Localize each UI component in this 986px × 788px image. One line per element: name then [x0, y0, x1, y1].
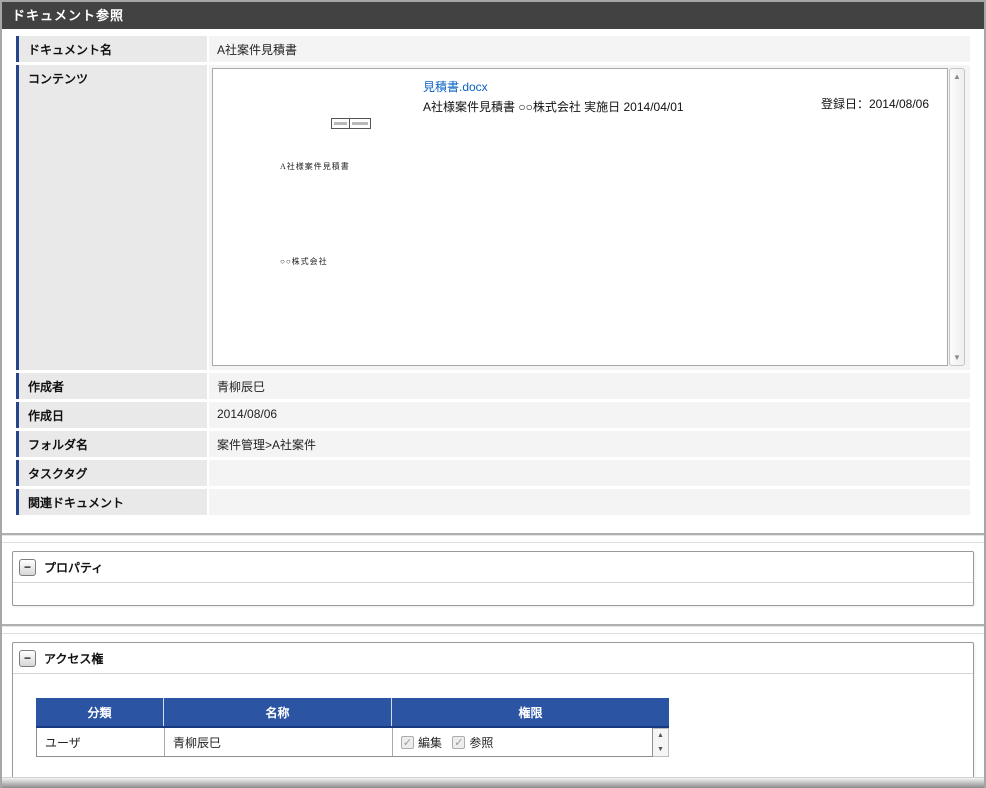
- form-row-task-tag: タスクタグ: [16, 460, 970, 486]
- folder-name-label: フォルダ名: [16, 431, 207, 457]
- access-rights-body: 分類 名称 権限 ユーザ 青柳辰巳 ✓ 編集 ✓ 参照 ▲ ▼: [13, 674, 973, 784]
- task-tag-label: タスクタグ: [16, 460, 207, 486]
- contents-label: コンテンツ: [16, 65, 207, 370]
- section-divider: [2, 624, 984, 627]
- content-preview-header: 見積書.docx A社様案件見積書 ○○株式会社 実施日 2014/04/01 …: [213, 69, 947, 115]
- creator-value: 青柳辰巳: [209, 373, 970, 399]
- document-detail-panel: ドキュメント名 A社案件見積書 コンテンツ 見積書.docx A社様案件見積書 …: [16, 36, 970, 515]
- document-name-value: A社案件見積書: [209, 36, 970, 62]
- section-divider: [2, 533, 984, 536]
- form-row-related-documents: 関連ドキュメント: [16, 489, 970, 515]
- form-row-folder-name: フォルダ名 案件管理>A社案件: [16, 431, 970, 457]
- creator-label: 作成者: [16, 373, 207, 399]
- content-preview: 見積書.docx A社様案件見積書 ○○株式会社 実施日 2014/04/01 …: [212, 68, 948, 366]
- created-date-label: 作成日: [16, 402, 207, 428]
- properties-section: − プロパティ: [12, 551, 974, 606]
- scroll-up-icon[interactable]: ▲: [953, 72, 961, 81]
- access-rights-panel-header: − アクセス権: [13, 643, 973, 674]
- created-date-value: 2014/08/06: [209, 402, 970, 428]
- collapse-properties-button[interactable]: −: [19, 558, 36, 576]
- section-divider: [2, 633, 984, 634]
- edit-checkbox[interactable]: ✓: [401, 736, 414, 749]
- scroll-down-icon[interactable]: ▼: [953, 353, 961, 362]
- preview-stamp-table: [331, 118, 371, 129]
- access-rights-table: 分類 名称 権限 ユーザ 青柳辰巳 ✓ 編集 ✓ 参照 ▲ ▼: [36, 698, 669, 757]
- access-rights-section: − アクセス権 分類 名称 権限 ユーザ 青柳辰巳 ✓ 編集 ✓ 参照 ▲ ▼: [12, 642, 974, 785]
- edit-checkbox-label: 編集: [418, 736, 443, 750]
- column-header-permission: 権限: [391, 698, 669, 726]
- content-scrollbar[interactable]: ▲ ▼: [949, 68, 965, 366]
- scroll-up-icon[interactable]: ▲: [657, 732, 664, 739]
- scroll-down-icon[interactable]: ▼: [657, 746, 664, 753]
- preview-stamp-cell: [331, 118, 350, 129]
- page-title: ドキュメント参照: [2, 2, 984, 29]
- cell-category: ユーザ: [45, 736, 81, 750]
- form-row-contents: コンテンツ 見積書.docx A社様案件見積書 ○○株式会社 実施日 2014/…: [16, 65, 970, 370]
- properties-panel-header: − プロパティ: [13, 552, 973, 583]
- related-documents-value: [209, 489, 970, 515]
- properties-body: [13, 583, 973, 605]
- access-rights-panel: − アクセス権 分類 名称 権限 ユーザ 青柳辰巳 ✓ 編集 ✓ 参照 ▲ ▼: [12, 642, 974, 785]
- view-checkbox[interactable]: ✓: [452, 736, 466, 749]
- column-header-name: 名称: [163, 698, 391, 726]
- registered-date: 登録日：2014/08/06: [820, 97, 929, 111]
- section-divider: [2, 542, 984, 543]
- minus-icon: −: [23, 651, 31, 665]
- document-reference-window: ドキュメント参照 ドキュメント名 A社案件見積書 コンテンツ 見積書.docx …: [0, 0, 986, 788]
- access-rights-title: アクセス権: [44, 651, 104, 666]
- form-row-created-date: 作成日 2014/08/06: [16, 402, 970, 428]
- minus-icon: −: [23, 560, 31, 574]
- access-table-body: ユーザ 青柳辰巳 ✓ 編集 ✓ 参照 ▲ ▼: [36, 728, 669, 757]
- cell-name: 青柳辰巳: [164, 728, 392, 756]
- document-file-link[interactable]: 見積書.docx: [423, 78, 488, 95]
- preview-stamp-cell: [350, 118, 371, 129]
- folder-name-value: 案件管理>A社案件: [209, 431, 970, 457]
- view-checkbox-label: 参照: [469, 736, 494, 750]
- table-row: ユーザ 青柳辰巳 ✓ 編集 ✓ 参照: [36, 728, 653, 757]
- permission-view: ✓ 参照: [452, 734, 493, 751]
- properties-title: プロパティ: [44, 560, 104, 575]
- window-bottom-edge: [2, 777, 984, 788]
- column-header-category: 分類: [87, 706, 112, 720]
- related-documents-label: 関連ドキュメント: [16, 489, 207, 515]
- document-name-label: ドキュメント名: [16, 36, 207, 62]
- cell-permissions: ✓ 編集 ✓ 参照: [392, 728, 652, 756]
- form-row-creator: 作成者 青柳辰巳: [16, 373, 970, 399]
- properties-panel: − プロパティ: [12, 551, 974, 606]
- form-row-document-name: ドキュメント名 A社案件見積書: [16, 36, 970, 62]
- contents-value: 見積書.docx A社様案件見積書 ○○株式会社 実施日 2014/04/01 …: [209, 65, 970, 370]
- access-table-header-row: 分類 名称 権限: [36, 698, 669, 728]
- preview-doc-title: A社様案件見積書: [280, 162, 350, 171]
- task-tag-value: [209, 460, 970, 486]
- collapse-access-rights-button[interactable]: −: [19, 649, 36, 667]
- table-row-scrollbar[interactable]: ▲ ▼: [653, 728, 669, 757]
- preview-doc-company: ○○株式会社: [280, 257, 328, 266]
- permission-edit: ✓ 編集: [401, 734, 442, 751]
